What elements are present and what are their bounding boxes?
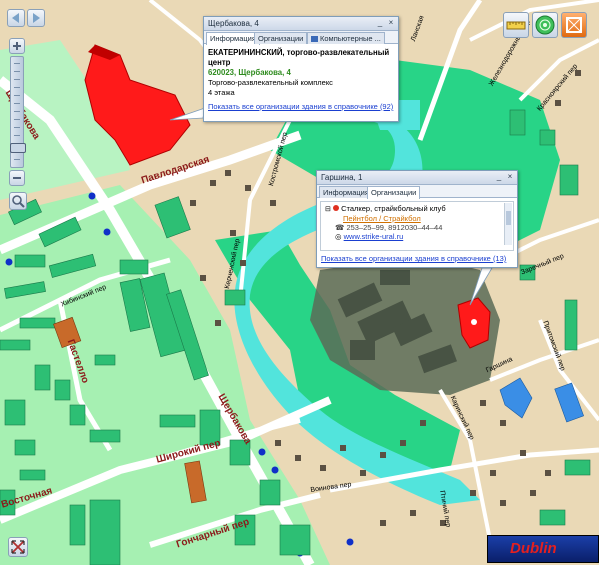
popup1-close-icon[interactable]: × [387,19,395,27]
popup1-tab-orgs[interactable]: Организации [254,32,308,44]
magnifier-icon [12,195,25,208]
ruler-icon [506,21,526,30]
popup1-tab-computers[interactable]: Компьютерные ... [307,32,385,44]
popup1-titlebar: Щербакова, 4 _ × [204,17,398,31]
popup1-address: 620023, Щербакова, 4 [208,68,291,77]
popup2-phones: 253–25–99, 8912030–44–44 [346,223,443,232]
arrow-left-icon [12,13,19,23]
popup2-all-orgs-link[interactable]: Показать все организации здания в справо… [317,251,517,263]
popup1-minimize-icon[interactable]: _ [376,19,384,27]
popup1-name-line1: ЕКАТЕРИНИНСКИЙ, торгово-развлекательный [208,48,390,57]
map-viewport[interactable]: Щербакова Павлодарская Гастелло Широкий … [0,0,599,565]
popup1-title: Щербакова, 4 [208,19,259,28]
frame-button[interactable] [561,12,587,38]
popup2-close-icon[interactable]: × [506,173,514,181]
forward-button[interactable] [27,9,45,27]
popup2-tab-info[interactable]: Информация [319,186,373,198]
popup2-org-name[interactable]: Сталкер, страйкбольный клуб [341,204,446,213]
popup2-org-type[interactable]: Пейнтбол / Страйкбол [325,214,503,223]
info-popup-shcherbakova[interactable]: Щербакова, 4 _ × Информация Организации … [203,16,399,122]
popup2-site-link[interactable]: www.strike-ural.ru [344,232,404,241]
logo[interactable]: Dublin [487,535,599,563]
radar-icon [535,15,555,35]
popup1-tabs: Информация Организации Компьютерные ... [204,31,398,45]
phone-icon: ☎ [335,223,345,232]
fullscreen-button[interactable] [8,537,28,557]
popup1-name-line2: центр [208,58,231,67]
popup2-org-row[interactable]: ⊟ Сталкер, страйкбольный клуб [325,204,503,214]
info-popup-garshina[interactable]: Гаршина, 1 _ × Информация Организации ⊟ … [316,170,518,268]
popup1-all-orgs-link[interactable]: Показать все организации здания в справо… [208,102,394,112]
search-button[interactable] [9,192,27,210]
popup2-scrollbar[interactable] [504,203,512,245]
frame-icon [566,17,582,33]
popup1-type: Торгово-развлекательный комплекс [208,78,333,87]
collapse-icon[interactable]: ⊟ [325,206,331,213]
back-button[interactable] [7,9,25,27]
popup2-titlebar: Гаршина, 1 _ × [317,171,517,185]
popup2-tab-orgs[interactable]: Организации [367,186,421,199]
org-marker-icon [332,205,339,211]
zoom-slider-track[interactable] [10,56,26,168]
ruler-button[interactable] [503,12,529,38]
arrow-right-icon [33,13,40,23]
popup1-tab-computers-label: Компьютерные ... [320,34,381,43]
globe-icon: ◎ [335,232,342,241]
minus-icon [13,177,21,179]
logo-text: Dublin [510,540,557,557]
popup2-org-list[interactable]: ⊟ Сталкер, страйкбольный клуб Пейнтбол /… [320,201,514,251]
popup2-title: Гаршина, 1 [321,173,363,182]
popup1-floors: 4 этажа [208,88,235,97]
zoom-in-button[interactable] [9,38,25,54]
computer-icon [311,36,318,43]
popup2-minimize-icon[interactable]: _ [495,173,503,181]
popup2-tabs: Информация Организации [317,185,517,199]
plus-icon [13,42,21,50]
zoom-out-button[interactable] [9,170,25,186]
layers-button[interactable] [532,12,558,38]
expand-icon [11,540,25,554]
zoom-slider-thumb[interactable] [10,143,26,153]
popup1-tab-info[interactable]: Информация [206,32,260,45]
